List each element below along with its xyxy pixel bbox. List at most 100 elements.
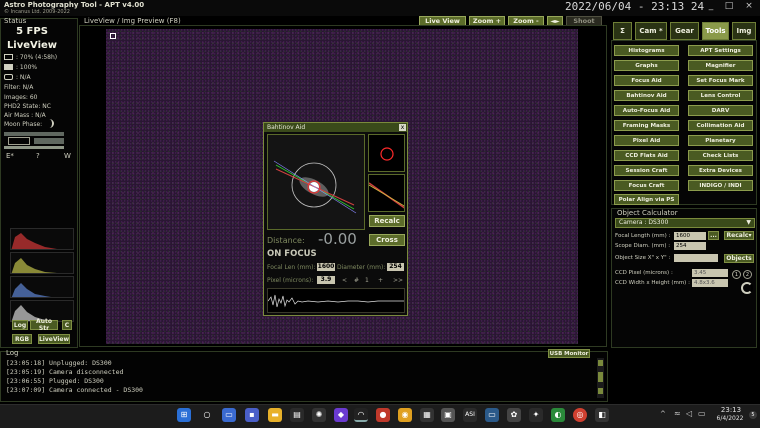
magnifier-button[interactable]: Magnifier	[688, 60, 753, 71]
objcalc-recalc-button[interactable]: Recalc ▾	[724, 231, 754, 240]
app-icon-9[interactable]: ✿	[507, 408, 521, 422]
taskbar-time[interactable]: 23:13	[716, 406, 746, 414]
usb-monitor-button[interactable]: USB Monitor	[548, 349, 590, 358]
bahtinov-title-bar[interactable]: Bahtinov Aid	[264, 123, 407, 132]
tab-tools[interactable]: Tools	[702, 22, 729, 40]
ccd-flats-aid-button[interactable]: CCD Flats Aid	[614, 150, 679, 161]
asi-app-icon[interactable]: ASI	[463, 408, 477, 422]
graphs-button[interactable]: Graphs	[614, 60, 679, 71]
search-icon[interactable]: ○	[200, 408, 214, 422]
camera-select[interactable]: Camera : DS300 ▼	[615, 218, 755, 228]
liveview-button[interactable]: LiveView	[38, 334, 70, 344]
c-button[interactable]: C	[62, 320, 72, 330]
battery-tray-icon[interactable]: ▭	[698, 409, 706, 418]
bahtinov-title: Bahtinov Aid	[267, 124, 306, 131]
chevron-down-icon: ▼	[746, 219, 751, 226]
app-icon-11[interactable]: ◐	[551, 408, 565, 422]
framing-masks-button[interactable]: Framing Masks	[614, 120, 679, 131]
taskbar-date[interactable]: 6/4/2022	[713, 415, 747, 422]
set-focus-mark-button[interactable]: Set Focus Mark	[688, 75, 753, 86]
nav-forward[interactable]: >>	[393, 277, 403, 284]
bahtinov-aid-button[interactable]: Bahtinov Aid	[614, 90, 679, 101]
object-size-field[interactable]	[674, 254, 718, 262]
wifi-icon[interactable]: ≈	[674, 409, 681, 418]
pixel-aid-button[interactable]: Pixel Aid	[614, 135, 679, 146]
option-1-button[interactable]: 1	[732, 270, 741, 279]
focus-graph-line	[268, 294, 404, 308]
diameter-input[interactable]: 254	[387, 263, 404, 271]
selection-marker-icon[interactable]	[110, 33, 116, 39]
auto-stretch-button[interactable]: Auto Str	[30, 318, 58, 332]
app-icon-5[interactable]: ◉	[398, 408, 412, 422]
histograms-button[interactable]: Histograms	[614, 45, 679, 56]
app-icon-7[interactable]: ▣	[441, 408, 455, 422]
distance-label: Distance:	[267, 236, 305, 245]
focus-aid-button[interactable]: Focus Aid	[614, 75, 679, 86]
darv-button[interactable]: DARV	[688, 105, 753, 116]
option-2-button[interactable]: 2	[743, 270, 752, 279]
tab-summary[interactable]: Σ	[613, 22, 632, 40]
app-icon-12[interactable]: ◧	[595, 408, 609, 422]
extra-devices-button[interactable]: Extra Devices	[688, 165, 753, 176]
bahtinov-star-image	[267, 134, 365, 230]
log-scrollbar[interactable]	[597, 358, 604, 398]
nav-index: 1	[365, 277, 369, 284]
battery-status: : 70% (4:58h)	[16, 54, 58, 61]
collimation-aid-button[interactable]: Collimation Aid	[688, 120, 753, 131]
log-line: [23:05:19] Camera disconnected	[6, 368, 124, 376]
notification-badge[interactable]: 5	[749, 411, 757, 419]
pixel-size-input[interactable]: 3.9	[317, 276, 335, 284]
windows-start-icon[interactable]: ⊞	[177, 408, 191, 422]
objects-button[interactable]: Objects	[724, 254, 754, 263]
tab-camera[interactable]: Cam *	[635, 22, 667, 40]
app-icon-10[interactable]: ✦	[529, 408, 543, 422]
cross-button[interactable]: Cross	[369, 234, 405, 246]
file-explorer-icon[interactable]: ▬	[268, 408, 282, 422]
indigo-indi-button[interactable]: INDIGO / INDI	[688, 180, 753, 191]
bahtinov-recalc-button[interactable]: Recalc	[369, 215, 405, 227]
focal-browse-button[interactable]: ...	[708, 231, 719, 240]
tab-gear[interactable]: Gear	[670, 22, 699, 40]
bahtinov-close-button[interactable]: x	[399, 124, 406, 131]
task-view-icon[interactable]: ▭	[222, 408, 236, 422]
apt-settings-button[interactable]: APT Settings	[688, 45, 753, 56]
maximize-button[interactable]: □	[722, 0, 736, 12]
scroll-up-icon[interactable]	[598, 360, 603, 366]
tab-img[interactable]: Img	[732, 22, 756, 40]
app-icon-8[interactable]: ▭	[485, 408, 499, 422]
app-icon-6[interactable]: ▦	[420, 408, 434, 422]
app-icon-4[interactable]: ●	[376, 408, 390, 422]
focal-length-input[interactable]: 1600	[317, 263, 335, 271]
ccd-pixel-field[interactable]: 3.45	[692, 269, 728, 277]
focal-length-field[interactable]: 1600	[674, 232, 706, 240]
polar-align-button[interactable]: Polar Align via PS	[614, 194, 679, 205]
nav-minus[interactable]: <	[342, 277, 347, 284]
nav-hash[interactable]: #	[354, 277, 359, 284]
app-icon-2[interactable]: ✺	[312, 408, 326, 422]
nav-plus[interactable]: +	[378, 277, 383, 284]
chat-icon[interactable]: ▪	[245, 408, 259, 422]
auto-focus-aid-button[interactable]: Auto-Focus Aid	[614, 105, 679, 116]
tray-chevron-icon[interactable]: ^	[660, 410, 666, 418]
planetary-button[interactable]: Planetary	[688, 135, 753, 146]
app-icon-1[interactable]: ▤	[290, 408, 304, 422]
apt-app-icon[interactable]: ◠	[354, 408, 368, 422]
lens-control-button[interactable]: Lens Control	[688, 90, 753, 101]
minimize-button[interactable]: _	[704, 0, 718, 12]
focus-craft-button[interactable]: Focus Craft	[614, 180, 679, 191]
compass-east: E*	[6, 152, 14, 160]
chrome-icon[interactable]: ◎	[573, 408, 587, 422]
rgb-button[interactable]: RGB	[12, 334, 32, 344]
scope-diameter-field[interactable]: 254	[674, 242, 706, 250]
ccd-size-field[interactable]: 4.8x3.6	[692, 279, 728, 287]
session-craft-button[interactable]: Session Craft	[614, 165, 679, 176]
check-lists-button[interactable]: Check Lists	[688, 150, 753, 161]
log-button[interactable]: Log	[12, 320, 28, 330]
app-icon-3[interactable]: ◆	[334, 408, 348, 422]
close-button[interactable]: ×	[742, 0, 756, 12]
volume-icon[interactable]: ◁	[686, 409, 692, 418]
scroll-down-icon[interactable]	[598, 388, 603, 394]
focus-target-graphic	[380, 147, 394, 161]
focus-target-view	[368, 134, 405, 172]
scroll-thumb[interactable]	[598, 372, 603, 382]
